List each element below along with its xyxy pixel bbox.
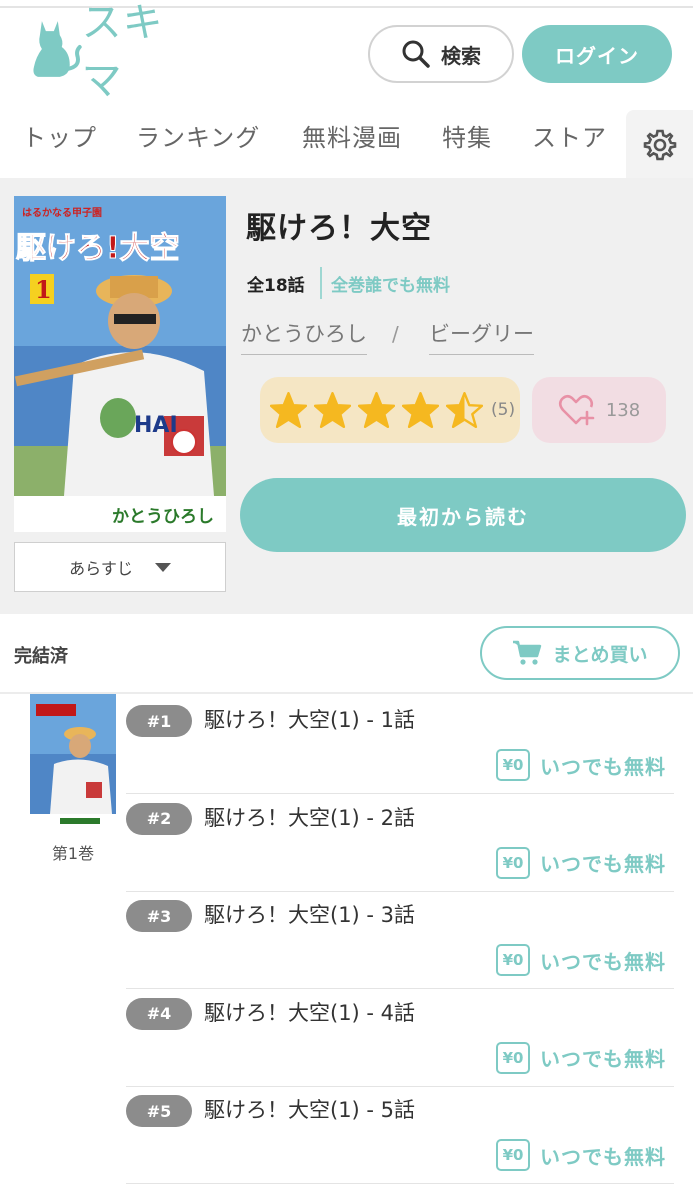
episode-count: 全18話 [247,276,305,296]
star-icon [270,392,307,428]
episode-number-badge: #2 [126,802,192,835]
book-cover[interactable]: HAI はるかなる甲子園 駆けろ!大空 1 かとうひろし [14,196,226,532]
rating-box[interactable]: (5) [260,377,520,443]
episode-price: ¥0 いつでも無料 [496,1139,666,1171]
bulk-buy-button[interactable]: まとめ買い [480,626,680,680]
free-label: いつでも無料 [540,852,666,876]
completion-status: 完結済 [14,646,68,667]
nav-item-features[interactable]: 特集 [442,118,492,153]
free-label: いつでも無料 [540,754,666,779]
site-logo[interactable]: スキマ [24,0,204,104]
episode-price: ¥0 いつでも無料 [496,749,666,781]
cat-logo-icon [33,21,82,77]
episode-row[interactable]: #2 駆けろ！大空(1) - 2話 ¥0 いつでも無料 [126,795,674,892]
author-link[interactable]: かとうひろし [241,318,367,355]
author-publisher-separator: / [392,322,399,346]
rating-stars [270,392,483,428]
read-from-start-button[interactable]: 最初から読む [240,478,686,552]
publisher-link[interactable]: ビーグリー [429,318,534,355]
price-badge: ¥0 [496,1041,530,1074]
nav-item-top[interactable]: トップ [22,118,97,153]
episode-row[interactable]: #5 駆けろ！大空(1) - 5話 ¥0 いつでも無料 [126,1087,674,1184]
logo-text: スキマ [81,0,164,104]
star-icon [402,392,439,428]
rating-count: (5) [491,400,516,420]
count-separator [320,267,322,299]
cart-icon [513,640,542,665]
bulk-buy-label: まとめ買い [552,643,648,666]
episode-title: 駆けろ！大空(1) - 3話 [204,903,416,927]
free-label: いつでも無料 [540,1047,666,1071]
star-icon [358,392,395,428]
episode-title: 駆けろ！大空(1) - 4話 [204,1000,416,1025]
synopsis-label: あらすじ [69,559,133,578]
caret-down-icon [154,562,171,572]
settings-button[interactable] [626,110,693,180]
synopsis-button[interactable]: あらすじ [14,542,226,592]
episode-row[interactable]: #3 駆けろ！大空(1) - 3話 ¥0 いつでも無料 [126,892,674,989]
volume-label: 第1巻 [51,844,95,863]
cover-author: かとうひろし [112,507,214,527]
star-icon [446,392,483,428]
episode-number-badge: #5 [126,1095,192,1127]
star-icon [314,392,351,428]
cover-volume: 1 [35,275,52,304]
book-title: 駆けろ！大空 [246,211,432,246]
free-note: 全巻誰でも無料 [331,276,450,296]
price-badge: ¥0 [496,1139,530,1171]
episode-title: 駆けろ！大空(1) - 1話 [204,708,416,732]
free-label: いつでも無料 [540,949,666,974]
episode-number-badge: #4 [126,997,192,1030]
episode-row[interactable]: #4 駆けろ！大空(1) - 4話 ¥0 いつでも無料 [126,990,674,1087]
episode-number-badge: #3 [126,900,192,932]
episode-row[interactable]: #1 駆けろ！大空(1) - 1話 ¥0 いつでも無料 [126,697,674,794]
price-badge: ¥0 [496,749,530,781]
search-button[interactable]: 検索 [368,25,514,83]
free-label: いつでも無料 [540,1144,666,1169]
nav-item-store[interactable]: ストア [532,118,607,153]
volume-cover[interactable] [30,694,116,828]
episode-price: ¥0 いつでも無料 [496,1041,666,1074]
nav-item-free-manga[interactable]: 無料漫画 [302,118,402,153]
episode-number-badge: #1 [126,705,192,737]
heart-plus-icon [558,394,595,426]
price-badge: ¥0 [496,846,530,879]
nav-item-ranking[interactable]: ランキング [136,118,260,153]
episode-title: 駆けろ！大空(1) - 2話 [204,805,416,830]
cover-subtitle: はるかなる甲子園 [22,207,102,219]
cover-title: 駆けろ!大空 [16,231,180,266]
episode-title: 駆けろ！大空(1) - 5話 [204,1098,416,1122]
svg-text:HAI: HAI [134,413,178,438]
episode-price: ¥0 いつでも無料 [496,944,666,976]
main-nav: トップ ランキング 無料漫画 特集 ストア [0,108,693,178]
price-badge: ¥0 [496,944,530,976]
gear-icon [643,129,676,161]
search-label: 検索 [441,43,481,68]
episode-price: ¥0 いつでも無料 [496,846,666,879]
favorite-count: 138 [605,399,641,421]
search-icon [402,40,430,68]
favorite-button[interactable]: 138 [532,377,666,443]
login-button[interactable]: ログイン [522,25,672,83]
